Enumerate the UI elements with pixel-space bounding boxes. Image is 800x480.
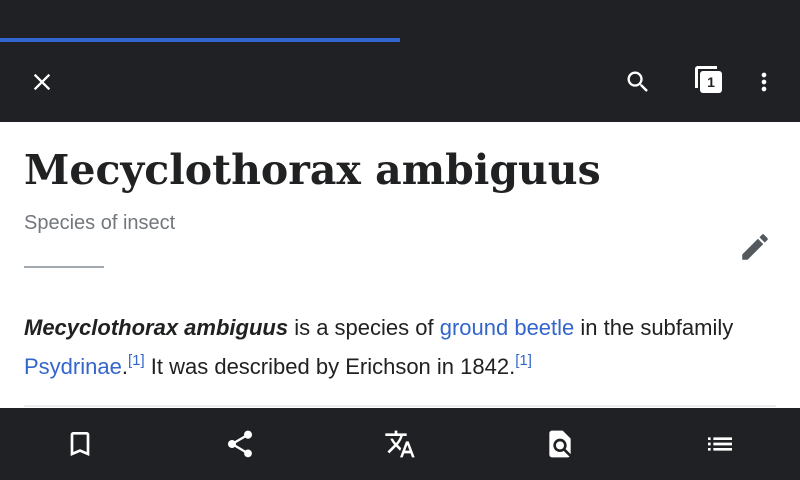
- edit-button[interactable]: [730, 222, 780, 272]
- link-psydrinae[interactable]: Psydrinae: [24, 354, 122, 379]
- share-icon: [227, 430, 253, 458]
- lead-paragraph: Mecyclothorax ambiguus is a species of g…: [24, 308, 764, 386]
- section-divider: [24, 405, 776, 407]
- contents-button[interactable]: [696, 420, 744, 468]
- title-divider: [24, 266, 104, 268]
- reference-link[interactable]: [1]: [515, 352, 532, 369]
- contents-icon: [708, 437, 732, 451]
- lead-text: It was described by Erichson in 1842.: [144, 354, 516, 379]
- language-button[interactable]: [376, 420, 424, 468]
- search-button[interactable]: [614, 58, 662, 106]
- article-title: Mecyclothorax ambiguus: [24, 146, 601, 194]
- link-ground-beetle[interactable]: ground beetle: [440, 315, 575, 340]
- reference-link[interactable]: [1]: [128, 352, 145, 369]
- bottom-action-bar: [0, 408, 800, 480]
- find-in-page-icon: [549, 430, 571, 458]
- bookmark-icon: [70, 432, 90, 456]
- more-vert-icon: [761, 72, 767, 92]
- translate-icon: [385, 430, 415, 458]
- tabs-button[interactable]: 1: [686, 58, 734, 106]
- overflow-menu-button[interactable]: [740, 58, 788, 106]
- tab-count-badge: 1: [700, 71, 722, 93]
- lead-text: is a species of: [288, 315, 440, 340]
- top-toolbar: 1: [0, 42, 800, 122]
- article-content: Mecyclothorax ambiguus Species of insect…: [0, 122, 800, 408]
- close-icon: [33, 73, 51, 91]
- article-description: Species of insect: [24, 212, 176, 234]
- share-button[interactable]: [216, 420, 264, 468]
- find-in-page-button[interactable]: [536, 420, 584, 468]
- save-button[interactable]: [56, 420, 104, 468]
- search-icon: [627, 71, 648, 92]
- pencil-icon: [742, 234, 768, 260]
- status-bar: [0, 0, 800, 38]
- close-button[interactable]: [18, 58, 66, 106]
- lead-text: in the subfamily: [574, 315, 734, 340]
- lead-term: Mecyclothorax ambiguus: [24, 315, 289, 340]
